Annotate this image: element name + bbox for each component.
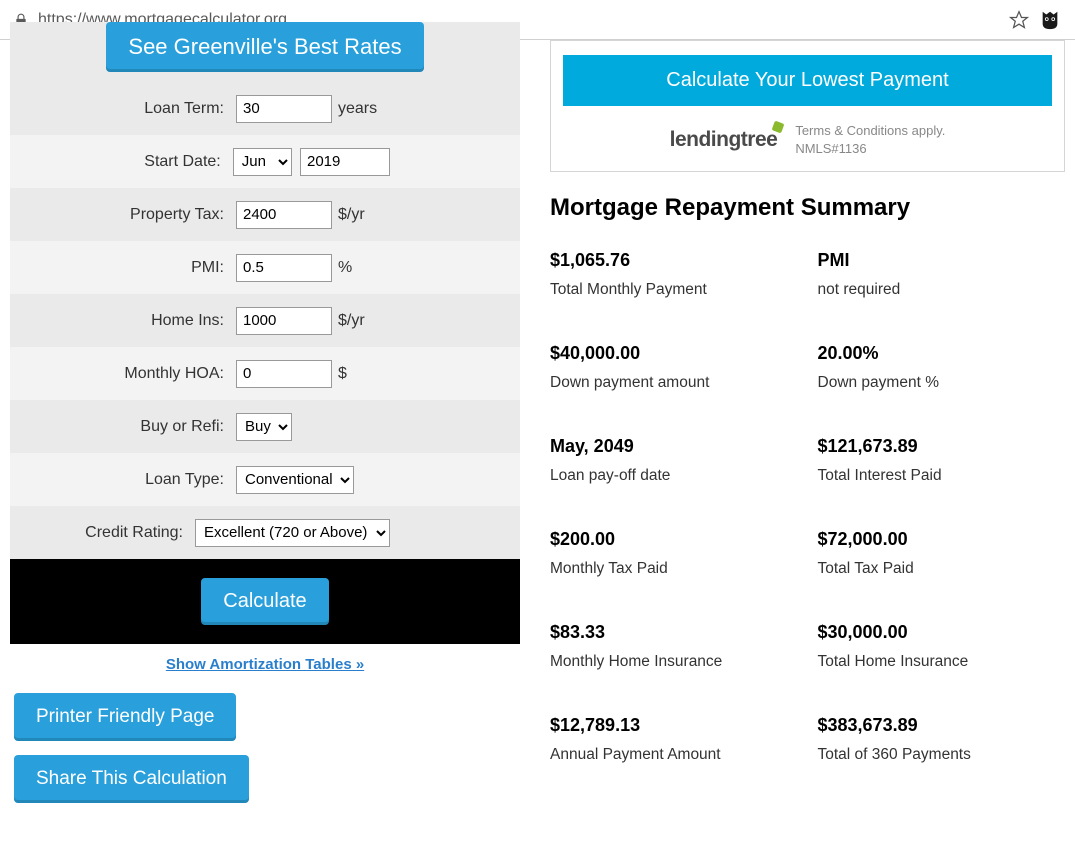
best-rates-button[interactable]: See Greenville's Best Rates (106, 22, 423, 72)
start-date-label: Start Date: (10, 153, 233, 171)
credit-rating-select[interactable]: Excellent (720 or Above) (195, 519, 390, 547)
pmi-unit: % (338, 259, 352, 277)
hoa-input[interactable] (236, 360, 332, 388)
summary-item: $83.33Monthly Home Insurance (550, 622, 798, 671)
summary-grid: $1,065.76Total Monthly Payment PMInot re… (550, 250, 1065, 764)
loan-term-input[interactable] (236, 95, 332, 123)
lendingtree-logo: lendingtree (670, 128, 778, 152)
pmi-input[interactable] (236, 254, 332, 282)
calculate-button[interactable]: Calculate (201, 578, 328, 625)
summary-item: May, 2049Loan pay-off date (550, 436, 798, 485)
loan-type-label: Loan Type: (10, 471, 236, 489)
lendingtree-ad: Calculate Your Lowest Payment lendingtre… (550, 40, 1065, 172)
buy-refi-label: Buy or Refi: (10, 418, 236, 436)
property-tax-unit: $/yr (338, 206, 365, 224)
summary-item: $12,789.13Annual Payment Amount (550, 715, 798, 764)
summary-item: $383,673.89Total of 360 Payments (818, 715, 1066, 764)
hootsuite-owl-icon[interactable] (1039, 9, 1061, 31)
summary-item: PMInot required (818, 250, 1066, 299)
ad-terms-text: Terms & Conditions apply. NMLS#1136 (795, 122, 945, 157)
buy-refi-select[interactable]: Buy (236, 413, 292, 441)
summary-item: 20.00%Down payment % (818, 343, 1066, 392)
loan-term-unit: years (338, 100, 377, 118)
summary-item: $1,065.76Total Monthly Payment (550, 250, 798, 299)
loan-type-select[interactable]: Conventional (236, 466, 354, 494)
property-tax-input[interactable] (236, 201, 332, 229)
pmi-label: PMI: (10, 259, 236, 277)
share-calculation-button[interactable]: Share This Calculation (14, 755, 249, 803)
summary-item: $72,000.00Total Tax Paid (818, 529, 1066, 578)
hoa-label: Monthly HOA: (10, 365, 236, 383)
summary-title: Mortgage Repayment Summary (550, 194, 1065, 222)
start-year-input[interactable] (300, 148, 390, 176)
credit-rating-label: Credit Rating: (10, 524, 195, 542)
summary-item: $40,000.00Down payment amount (550, 343, 798, 392)
loan-term-label: Loan Term: (10, 100, 236, 118)
show-amortization-link[interactable]: Show Amortization Tables » (10, 644, 520, 685)
home-ins-unit: $/yr (338, 312, 365, 330)
summary-item: $121,673.89Total Interest Paid (818, 436, 1066, 485)
home-ins-label: Home Ins: (10, 312, 236, 330)
calculator-form: See Greenville's Best Rates Loan Term: y… (10, 40, 520, 817)
summary-panel: Calculate Your Lowest Payment lendingtre… (550, 40, 1065, 817)
hoa-unit: $ (338, 365, 347, 383)
summary-item: $200.00Monthly Tax Paid (550, 529, 798, 578)
calculate-lowest-payment-button[interactable]: Calculate Your Lowest Payment (563, 55, 1052, 106)
start-month-select[interactable]: Jun (233, 148, 292, 176)
summary-item: $30,000.00Total Home Insurance (818, 622, 1066, 671)
home-ins-input[interactable] (236, 307, 332, 335)
bookmark-star-icon[interactable] (1009, 10, 1029, 30)
leaf-icon (772, 120, 785, 133)
property-tax-label: Property Tax: (10, 206, 236, 224)
printer-friendly-button[interactable]: Printer Friendly Page (14, 693, 236, 741)
